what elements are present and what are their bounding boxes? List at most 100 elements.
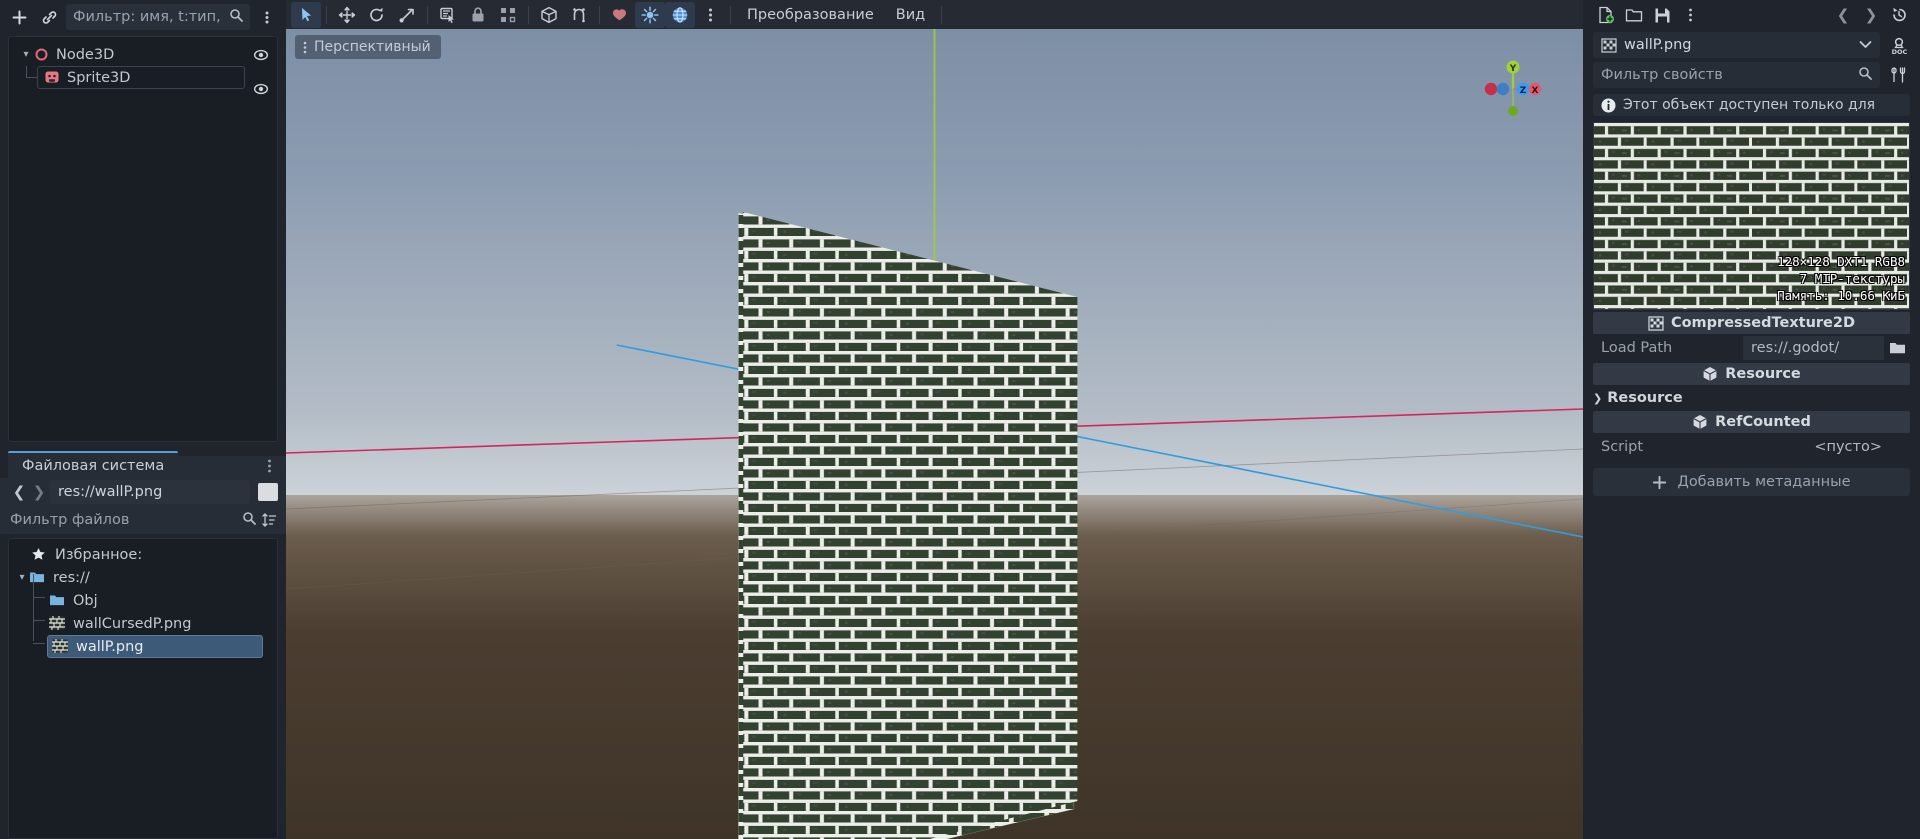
- vertical-dots-icon[interactable]: [299, 39, 311, 56]
- group-row-resource[interactable]: ❯ Resource: [1593, 387, 1910, 409]
- rotate-mode-icon[interactable]: [362, 2, 392, 28]
- class-bar-label: Resource: [1725, 366, 1801, 382]
- axis-gizmo[interactable]: Y Z X: [1483, 59, 1543, 119]
- filesystem-filter-row: Фильтр файлов: [0, 506, 286, 534]
- list-item-label: wallP.png: [76, 638, 144, 655]
- property-value-script[interactable]: <пусто>: [1743, 435, 1910, 459]
- folder-icon[interactable]: [1884, 336, 1910, 360]
- 3d-viewport[interactable]: Перспективный Y Z X: [286, 29, 1583, 839]
- class-bar-label: RefCounted: [1715, 414, 1811, 430]
- filesystem-tabbar: Файловая система: [0, 450, 286, 478]
- list-item-selected[interactable]: wallP.png: [47, 635, 263, 658]
- viewport-view-label[interactable]: Перспективный: [295, 35, 441, 59]
- property-filter-input[interactable]: Фильтр свойств: [1593, 62, 1880, 88]
- file-filter-placeholder: Фильтр файлов: [10, 512, 130, 528]
- property-value-input[interactable]: res://.godot/: [1743, 336, 1884, 360]
- texture-icon: [1601, 37, 1617, 53]
- toolbar-separator: [599, 5, 600, 24]
- eye-icon[interactable]: [253, 81, 269, 97]
- list-item[interactable]: Obj: [9, 589, 277, 612]
- environment-preview-icon[interactable]: [665, 1, 695, 28]
- resource-menu-icon[interactable]: [1677, 3, 1703, 27]
- search-icon[interactable]: [242, 511, 256, 529]
- svg-text:DOC: DOC: [1891, 48, 1907, 55]
- tab-filesystem[interactable]: Файловая система: [8, 451, 179, 478]
- list-item[interactable]: wallCursedP.png: [9, 612, 277, 635]
- scene-filter-input[interactable]: Фильтр: имя, t:тип,: [66, 4, 250, 30]
- scene-tree[interactable]: ▾ Node3D Sprite3D: [8, 36, 278, 442]
- eye-icon[interactable]: [253, 47, 269, 63]
- plus-icon[interactable]: [6, 4, 32, 30]
- chevron-down-icon[interactable]: [1859, 37, 1872, 53]
- search-icon: [229, 8, 243, 26]
- lock-icon[interactable]: [463, 2, 493, 28]
- tools-icon[interactable]: [1886, 63, 1912, 87]
- property-value-text: res://.godot/: [1751, 340, 1840, 356]
- class-bar-compressedtexture2d[interactable]: CompressedTexture2D: [1593, 312, 1910, 334]
- select-mode-icon[interactable]: [291, 1, 321, 28]
- toggle-split-icon[interactable]: [258, 483, 278, 501]
- cube-icon: [1692, 414, 1708, 430]
- property-label: Load Path: [1601, 340, 1673, 356]
- scale-mode-icon[interactable]: [392, 2, 422, 28]
- list-item-label: Obj: [73, 592, 98, 609]
- move-mode-icon[interactable]: [332, 2, 362, 28]
- open-docs-icon[interactable]: DOC: [1886, 33, 1912, 57]
- texture-info-overlay: 128×128 DXT1 RGB8 7 MIP-текстуры Память:…: [1777, 254, 1905, 305]
- snap-icon[interactable]: [564, 2, 594, 28]
- scene-tree-row-sprite3d[interactable]: Sprite3D: [37, 66, 245, 89]
- toolbar-separator: [326, 5, 327, 24]
- vertical-dots-icon[interactable]: [254, 4, 280, 30]
- left-dock: Фильтр: имя, t:тип, ▾ Node3D Sprite3D Фа…: [0, 0, 286, 839]
- chevron-right-icon[interactable]: ❯: [1593, 392, 1602, 405]
- class-bar-label: CompressedTexture2D: [1670, 315, 1856, 331]
- sort-icon[interactable]: [260, 509, 278, 531]
- chevron-down-icon[interactable]: ▾: [19, 49, 33, 60]
- search-icon[interactable]: [1858, 66, 1872, 84]
- list-item-label: wallCursedP.png: [73, 615, 192, 632]
- filesystem-tree[interactable]: Избранное: ▾ res:// Obj wallCursedP.png …: [8, 538, 278, 839]
- open-resource-icon[interactable]: [1621, 3, 1647, 27]
- camera-preview-icon[interactable]: [605, 2, 635, 28]
- history-back-icon[interactable]: ❮: [1830, 3, 1856, 27]
- toolbar-separator: [730, 5, 731, 24]
- save-resource-icon[interactable]: [1649, 3, 1675, 27]
- chevron-down-icon[interactable]: ▾: [15, 572, 29, 583]
- class-bar-refcounted[interactable]: RefCounted: [1593, 411, 1910, 433]
- list-select-icon[interactable]: [433, 2, 463, 28]
- chevron-left-icon[interactable]: ❮: [10, 481, 28, 503]
- add-metadata-button[interactable]: Добавить метаданные: [1593, 468, 1910, 496]
- list-item[interactable]: Избранное:: [9, 543, 277, 566]
- viewport-view-label-text: Перспективный: [314, 39, 431, 55]
- folder-icon: [49, 593, 66, 608]
- scene-tree-row-node3d[interactable]: ▾ Node3D: [9, 43, 277, 66]
- class-bar-resource[interactable]: Resource: [1593, 363, 1910, 385]
- cube-icon: [1702, 366, 1718, 382]
- sun-preview-icon[interactable]: [635, 1, 665, 28]
- inspected-object-selector[interactable]: wallP.png: [1593, 32, 1880, 58]
- history-icon[interactable]: [1886, 3, 1912, 27]
- new-resource-icon[interactable]: [1593, 3, 1619, 27]
- scene-filter-placeholder: Фильтр: имя, t:тип,: [73, 9, 221, 25]
- sprite3d-icon: [44, 69, 61, 86]
- history-forward-icon[interactable]: ❯: [1858, 3, 1884, 27]
- ruler-mode-icon[interactable]: [534, 2, 564, 28]
- viewport-options-icon[interactable]: [695, 2, 725, 28]
- brick-wall-overlay: [743, 212, 1078, 839]
- view-menu[interactable]: Вид: [885, 2, 936, 28]
- vertical-dots-icon[interactable]: [263, 458, 276, 478]
- readonly-notice: Этот объект доступен только для: [1593, 94, 1910, 116]
- transform-menu[interactable]: Преобразование: [736, 2, 885, 28]
- chevron-right-icon[interactable]: ❯: [30, 481, 48, 503]
- link-icon[interactable]: [36, 4, 62, 30]
- current-path-display[interactable]: res://wallP.png: [50, 480, 250, 504]
- inspector-filter-row: Фильтр свойств: [1583, 60, 1920, 90]
- file-filter-input[interactable]: Фильтр файлов: [10, 508, 256, 532]
- group-icon[interactable]: [493, 2, 523, 28]
- readonly-notice-text: Этот объект доступен только для: [1623, 97, 1876, 113]
- tab-filesystem-label: Файловая система: [22, 457, 165, 474]
- scene-tree-node-label: Node3D: [56, 46, 115, 63]
- list-item[interactable]: ▾ res://: [9, 566, 277, 589]
- texture-icon: [52, 639, 69, 654]
- add-metadata-label: Добавить метаданные: [1677, 474, 1851, 490]
